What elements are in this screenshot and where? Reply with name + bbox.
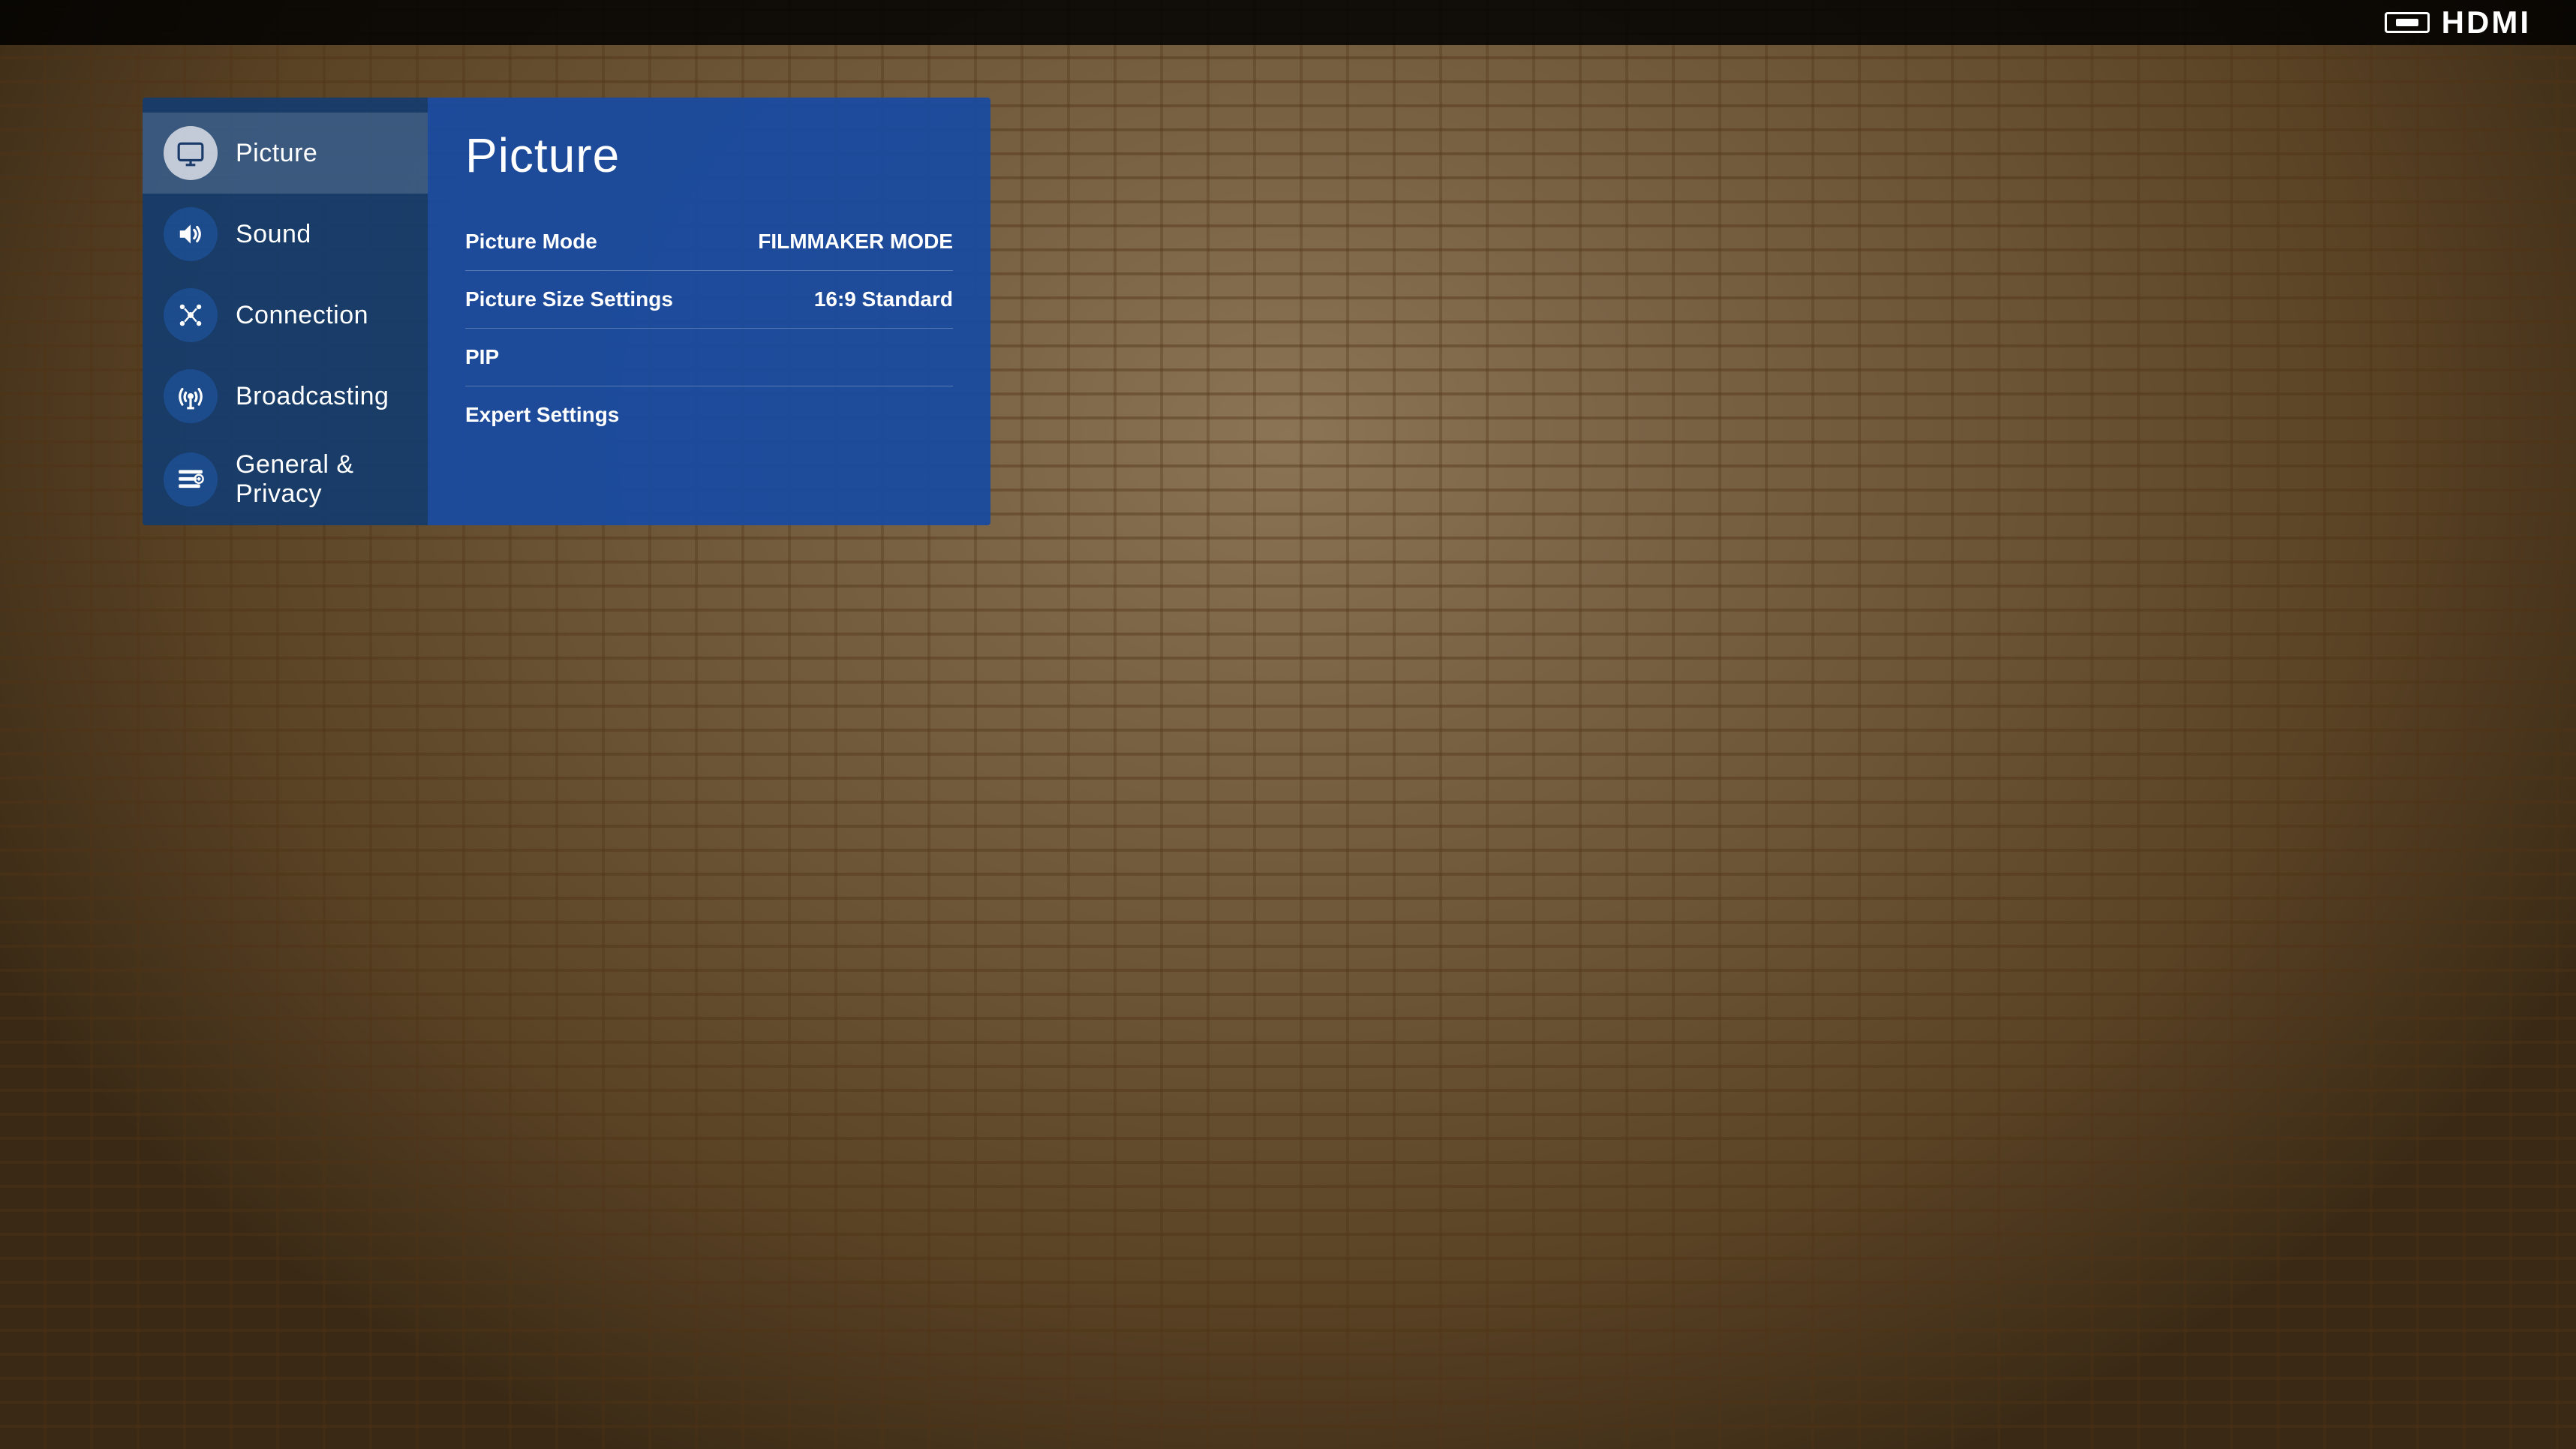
settings-panel: Picture Sound (143, 98, 990, 525)
hdmi-indicator: HDMI (2385, 5, 2531, 41)
sidebar-label-general-privacy: General & Privacy (236, 450, 407, 509)
broadcasting-icon (176, 382, 205, 410)
sidebar-item-support[interactable]: Support (143, 522, 428, 525)
menu-item-expert-settings[interactable]: Expert Settings (465, 386, 953, 443)
sidebar-label-broadcasting: Broadcasting (236, 382, 389, 411)
sidebar-label-connection: Connection (236, 301, 368, 330)
hdmi-label: HDMI (2442, 5, 2531, 41)
sidebar-item-connection[interactable]: Connection (143, 275, 428, 356)
content-title: Picture (465, 128, 953, 183)
general-icon-circle (164, 452, 218, 507)
sidebar: Picture Sound (143, 98, 428, 525)
top-bar: HDMI (0, 0, 2576, 45)
sidebar-item-broadcasting[interactable]: Broadcasting (143, 356, 428, 437)
content-area: Picture Picture Mode FILMMAKER MODE Pict… (428, 98, 990, 525)
menu-item-pip[interactable]: PIP (465, 329, 953, 386)
sidebar-label-sound: Sound (236, 220, 311, 249)
picture-icon (176, 139, 205, 167)
menu-item-picture-size[interactable]: Picture Size Settings 16:9 Standard (465, 271, 953, 329)
broadcasting-icon-circle (164, 369, 218, 423)
picture-mode-value: FILMMAKER MODE (758, 230, 953, 254)
sidebar-item-picture[interactable]: Picture (143, 113, 428, 194)
menu-item-picture-mode[interactable]: Picture Mode FILMMAKER MODE (465, 213, 953, 271)
expert-settings-label: Expert Settings (465, 403, 619, 427)
connection-icon-circle (164, 288, 218, 342)
sound-icon (176, 220, 205, 248)
general-icon (176, 465, 205, 494)
sidebar-item-sound[interactable]: Sound (143, 194, 428, 275)
pip-label: PIP (465, 345, 499, 369)
picture-mode-label: Picture Mode (465, 230, 597, 254)
sidebar-label-picture: Picture (236, 139, 317, 168)
picture-icon-circle (164, 126, 218, 180)
hdmi-box-icon (2385, 12, 2430, 33)
sound-icon-circle (164, 207, 218, 261)
sidebar-item-general-privacy[interactable]: General & Privacy (143, 437, 428, 522)
picture-size-value: 16:9 Standard (814, 287, 953, 311)
picture-size-label: Picture Size Settings (465, 287, 673, 311)
connection-icon (176, 301, 205, 329)
